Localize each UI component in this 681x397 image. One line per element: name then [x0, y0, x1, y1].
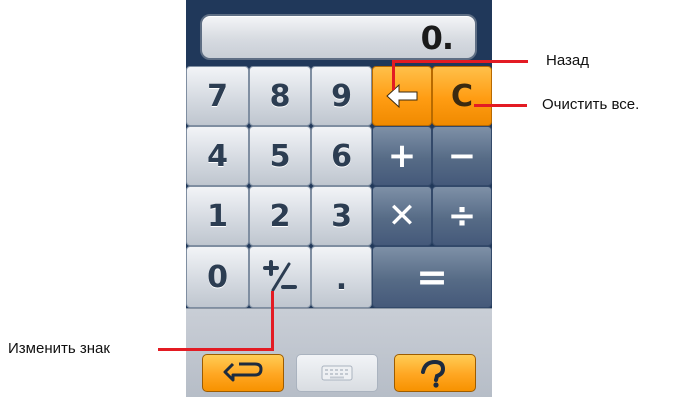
equals-button[interactable]: =: [372, 246, 492, 308]
keyboard-icon: [321, 365, 353, 381]
help-question-icon: [421, 359, 446, 388]
subtract-button[interactable]: −: [432, 126, 492, 186]
clear-callout-line: [474, 104, 527, 107]
sign-callout-line-vertical: [271, 291, 274, 350]
key-3[interactable]: 3: [311, 186, 372, 246]
return-arrow-icon: [223, 362, 263, 382]
sign-callout-line: [158, 348, 274, 351]
key-8[interactable]: 8: [249, 66, 311, 126]
key-4[interactable]: 4: [186, 126, 249, 186]
keyboard-button[interactable]: [296, 354, 378, 392]
key-9[interactable]: 9: [311, 66, 372, 126]
decimal-point-button[interactable]: .: [311, 246, 372, 308]
sign-callout-label: Изменить знак: [8, 340, 110, 357]
key-7[interactable]: 7: [186, 66, 249, 126]
backspace-callout-label: Назад: [546, 52, 589, 69]
calculator-display: 0.: [200, 14, 477, 60]
multiply-button[interactable]: ✕: [372, 186, 432, 246]
key-5[interactable]: 5: [249, 126, 311, 186]
key-6[interactable]: 6: [311, 126, 372, 186]
backspace-button[interactable]: [372, 66, 432, 126]
change-sign-button[interactable]: [249, 246, 311, 308]
arrow-left-icon: [386, 83, 418, 109]
divide-button[interactable]: ÷: [432, 186, 492, 246]
add-button[interactable]: +: [372, 126, 432, 186]
display-value: 0.: [420, 19, 454, 57]
key-1[interactable]: 1: [186, 186, 249, 246]
key-2[interactable]: 2: [249, 186, 311, 246]
help-button[interactable]: [394, 354, 476, 392]
key-0[interactable]: 0: [186, 246, 249, 308]
backspace-callout-line: [392, 60, 528, 63]
clear-callout-label: Очистить все.: [542, 96, 640, 113]
clear-all-button[interactable]: C: [432, 66, 492, 126]
plus-minus-icon: [263, 260, 297, 292]
backspace-callout-line-vertical: [392, 60, 395, 90]
return-button[interactable]: [202, 354, 284, 392]
